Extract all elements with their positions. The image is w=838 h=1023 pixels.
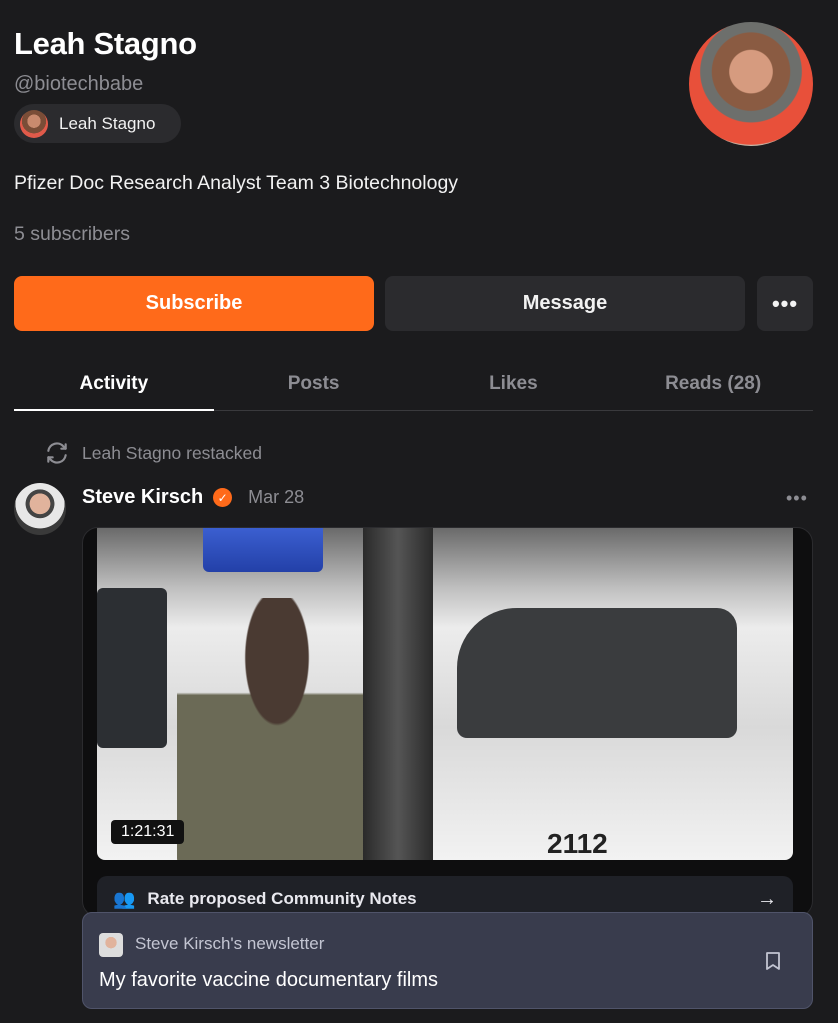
tab-activity[interactable]: Activity	[14, 360, 214, 411]
tab-reads[interactable]: Reads (28)	[613, 360, 813, 410]
video-card[interactable]: 2112 1:21:31 👥 Rate proposed Community N…	[82, 527, 813, 917]
profile-name: Leah Stagno	[14, 26, 197, 61]
post-more-icon[interactable]: •••	[786, 488, 808, 509]
profile-handle: @biotechbabe	[14, 73, 144, 95]
car-window	[97, 588, 167, 748]
subscribe-button[interactable]: Subscribe	[14, 276, 374, 331]
newsletter-title[interactable]: My favorite vaccine documentary films	[99, 969, 438, 992]
car-number: 2112	[547, 828, 608, 859]
more-options-button[interactable]: •••	[757, 276, 813, 331]
video-duration: 1:21:31	[111, 820, 185, 844]
verified-badge-icon: ✓	[213, 488, 233, 507]
newsletter-avatar	[99, 933, 123, 957]
subscriber-count: 5 subscribers	[14, 223, 130, 245]
chip-label: Leah Stagno	[59, 113, 156, 133]
community-notes-label: Rate proposed Community Notes	[147, 889, 417, 908]
arrow-right-icon: →	[757, 887, 777, 910]
community-notes-bar[interactable]: 👥 Rate proposed Community Notes →	[97, 876, 793, 916]
post-header: Steve Kirsch ✓ Mar 28	[82, 486, 304, 509]
tab-likes[interactable]: Likes	[414, 360, 614, 410]
profile-avatar[interactable]	[689, 22, 813, 146]
message-button[interactable]: Message	[385, 276, 745, 331]
chip-avatar	[20, 109, 48, 138]
restack-notice: Leah Stagno restacked	[44, 440, 262, 466]
author-avatar[interactable]	[14, 483, 66, 535]
profile-chip[interactable]: Leah Stagno	[14, 104, 181, 143]
lamp-pole	[363, 528, 433, 860]
person-figure	[177, 598, 377, 860]
post-date: Mar 28	[248, 487, 305, 507]
police-siren	[203, 528, 323, 572]
profile-tabs: Activity Posts Likes Reads (28)	[14, 360, 813, 411]
restack-text: Leah Stagno restacked	[82, 442, 262, 463]
tab-posts[interactable]: Posts	[214, 360, 414, 410]
car-windshield	[457, 608, 737, 738]
restack-icon	[47, 442, 67, 464]
people-icon: 👥	[113, 888, 136, 909]
newsletter-card[interactable]: Steve Kirsch's newsletter My favorite va…	[82, 912, 813, 1009]
video-thumbnail[interactable]: 2112 1:21:31	[97, 528, 793, 860]
author-name[interactable]: Steve Kirsch	[82, 486, 203, 509]
profile-bio: Pfizer Doc Research Analyst Team 3 Biote…	[14, 172, 459, 194]
bookmark-icon[interactable]	[765, 951, 781, 971]
newsletter-name: Steve Kirsch's newsletter	[135, 934, 325, 953]
